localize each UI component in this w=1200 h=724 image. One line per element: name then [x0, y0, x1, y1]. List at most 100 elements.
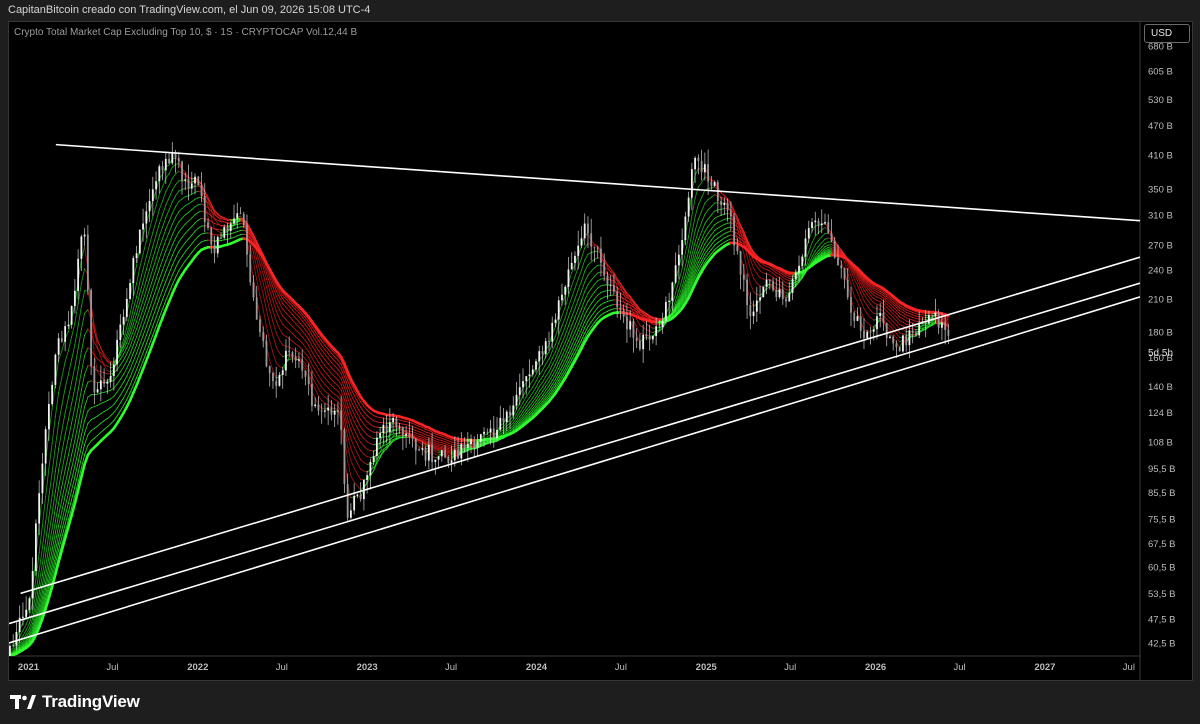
time-axis[interactable]: 2021 Jul 2022 Jul 2023 Jul 2024 Jul 2025 Jul 2026 J… [18, 662, 1135, 673]
ema-segment [100, 429, 105, 433]
ema-segment [590, 283, 595, 290]
y-tick-label: 85,5 B [1148, 488, 1175, 499]
ema-segment [152, 258, 157, 270]
ema-segment [649, 331, 654, 334]
ema-segment [908, 318, 914, 321]
ema-segment [373, 425, 378, 428]
ema-segment [330, 367, 336, 372]
ema-segment [58, 376, 63, 394]
ema-segment [321, 400, 326, 404]
candle-body [22, 616, 24, 618]
ema-segment [84, 381, 89, 392]
ema-segment [590, 267, 595, 272]
ema-segment [330, 357, 336, 362]
ema-segment [759, 265, 764, 269]
ema-segment [175, 241, 180, 249]
ema-segment [593, 280, 599, 285]
ema-segment [577, 258, 582, 268]
ema-segment [103, 390, 108, 393]
ema-segment [892, 309, 897, 315]
candle-body [285, 350, 287, 371]
candle-body [817, 220, 820, 226]
candle-body [330, 407, 333, 415]
ema-segment [152, 268, 157, 280]
ema-segment [785, 285, 790, 288]
candle-body [619, 307, 622, 311]
ema-segment [223, 219, 228, 221]
ema-segment [321, 360, 326, 367]
ema-segment [188, 209, 193, 213]
ema-segment [152, 221, 157, 234]
candle-body [765, 279, 768, 287]
ema-segment [873, 289, 878, 293]
ema-segment [337, 363, 342, 370]
ema-segment [162, 191, 167, 202]
ema-segment [256, 279, 261, 296]
ema-segment [584, 253, 589, 261]
ema-segment [158, 238, 164, 249]
candle-body [356, 494, 359, 496]
ema-segment [113, 407, 118, 414]
ema-segment [285, 302, 290, 307]
candle-body [859, 316, 862, 331]
candle-body [73, 290, 76, 306]
ema-segment [327, 374, 332, 380]
ema-segment [814, 239, 819, 246]
ema-segment [64, 469, 69, 485]
ema-segment [574, 289, 579, 300]
candle-body [460, 443, 463, 459]
candle-body [515, 394, 518, 406]
ema-segment [334, 356, 339, 361]
ema-segment [149, 216, 154, 230]
ema-segment [324, 365, 329, 370]
ema-segment [714, 227, 719, 231]
price-chart[interactable]: 680 B605 B530 B470 B410 B350 B310 B270 B… [0, 0, 1200, 724]
ema-segment [330, 385, 336, 389]
ema-segment [188, 252, 193, 258]
candle-body [424, 448, 427, 461]
ema-segment [337, 401, 342, 407]
candle-body [535, 361, 537, 370]
candle-body [629, 321, 632, 330]
currency-button[interactable]: USD [1144, 24, 1190, 43]
ema-segment [707, 239, 712, 245]
ema-segment [542, 363, 547, 371]
ema-segment [350, 475, 355, 483]
candle-body [577, 245, 580, 256]
candle-body [746, 279, 748, 306]
candle-body [677, 254, 680, 266]
ema-segment [194, 211, 199, 216]
ema-segment [717, 244, 722, 248]
ema-segment [201, 232, 206, 235]
ema-segment [860, 300, 865, 310]
ema-segment [142, 316, 147, 328]
ema-segment [710, 240, 716, 246]
price-axis[interactable]: 680 B605 B530 B470 B410 B350 B310 B270 B… [1148, 41, 1175, 649]
ema-segment [145, 268, 151, 281]
ema-segment [142, 256, 147, 270]
ema-segment [142, 334, 147, 345]
ema-segment [356, 406, 362, 414]
ema-segment [113, 415, 118, 422]
ema-segment [330, 372, 336, 378]
ema-segment [597, 309, 602, 314]
ema-segment [749, 282, 755, 293]
ema-segment [308, 350, 313, 359]
ema-segment [162, 260, 167, 271]
ema-segment [93, 425, 99, 429]
ema-segment [184, 220, 189, 225]
candle-body [739, 251, 742, 275]
ema-segment [288, 338, 293, 342]
ema-segment [168, 284, 173, 294]
ema-segment [97, 340, 102, 349]
ema-segment [808, 242, 813, 253]
candle-body [275, 381, 278, 386]
ema-segment [100, 401, 105, 404]
candle-body [609, 284, 612, 286]
ema-segment [334, 393, 339, 398]
ema-segment [392, 428, 397, 431]
ema-segment [866, 294, 871, 300]
ema-segment [181, 196, 186, 200]
ema-segment [707, 196, 712, 201]
ema-segment [902, 333, 907, 336]
